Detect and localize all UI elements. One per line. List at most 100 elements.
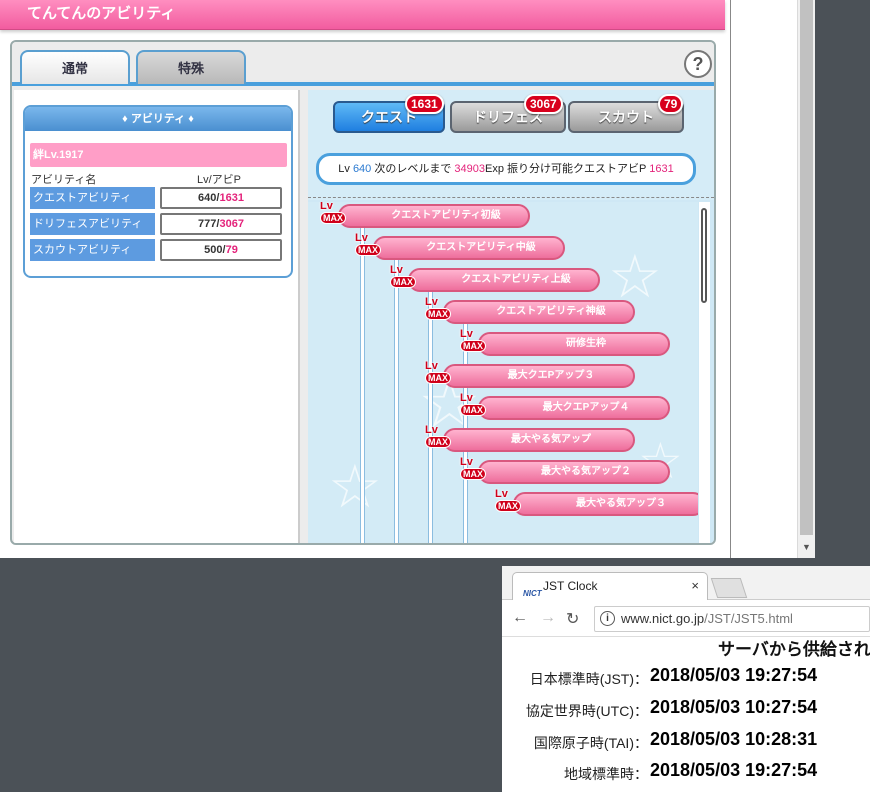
- tree-node[interactable]: 最大クエPアップ４: [478, 396, 670, 420]
- url-path: /JST/JST5.html: [704, 611, 793, 626]
- lv-value: 640: [352, 163, 372, 175]
- reload-icon[interactable]: ↻: [566, 609, 579, 629]
- max-text: MAX: [390, 276, 416, 288]
- lv-text: Lv: [355, 232, 368, 244]
- scrollbar-thumb[interactable]: [800, 0, 813, 535]
- ability-name: スカウトアビリティ: [30, 239, 155, 261]
- browser-tab-title: JST Clock: [543, 579, 598, 593]
- max-text: MAX: [425, 308, 451, 320]
- clock-row-jst: 日本標準時(JST)： 2018/05/03 19:27:54: [502, 663, 870, 693]
- ability-row-drifes: ドリフェスアビリティ 777/3067: [30, 213, 288, 235]
- tree-node[interactable]: 最大やる気アップ２: [478, 460, 670, 484]
- lv-text: Lv: [425, 296, 438, 308]
- window-background: [731, 0, 797, 558]
- tree-node[interactable]: 最大やる気アップ３: [513, 492, 698, 516]
- browser-window: NICT JST Clock × ← → ↻ i www.nict.go.jp/…: [502, 566, 870, 792]
- lv-max-badge: Lv MAX: [460, 456, 486, 486]
- tree-branch-line: [360, 222, 365, 543]
- lv-text: Lv: [320, 202, 333, 212]
- clock-value: 2018/05/03 10:28:31: [650, 729, 818, 749]
- game-window: てんてんのアビリティ 通常 特殊 ? ♦ アビリティ ♦ 絆Lv.1917 アビ…: [0, 0, 731, 558]
- lv-text: Lv: [460, 328, 473, 340]
- max-text: MAX: [425, 372, 451, 384]
- ability-points: 79: [225, 244, 238, 256]
- tree-node[interactable]: 最大やる気アップ: [443, 428, 635, 452]
- tab-bar: 通常 特殊 ?: [12, 42, 714, 86]
- ability-level: 500: [204, 244, 223, 256]
- star-icon: ☆: [328, 453, 382, 520]
- tab-normal[interactable]: 通常: [20, 50, 130, 84]
- level-info-bar: Lv 640 次のレベルまで 34903Exp 振り分け可能クエストアビP 16…: [316, 153, 696, 185]
- left-panel: ♦ アビリティ ♦ 絆Lv.1917 アビリティ名 Lv/アビP クエストアビリ…: [14, 90, 300, 543]
- ability-level: 640: [198, 192, 217, 204]
- lv-text: Lv: [495, 488, 508, 500]
- clock-label: 国際原子時(TAI)：: [533, 735, 648, 751]
- ability-points: 1631: [219, 192, 244, 204]
- back-arrow-icon[interactable]: ←: [512, 609, 528, 627]
- lv-max-badge: Lv MAX: [495, 488, 521, 518]
- clock-heading: サーバから供給され: [718, 640, 870, 659]
- info-icon[interactable]: i: [600, 611, 615, 626]
- ability-points: 3067: [219, 218, 244, 230]
- tree-node[interactable]: クエストアビリティ中級: [373, 236, 565, 260]
- lv-text: Lv: [425, 424, 438, 436]
- lv-text: Lv: [425, 360, 438, 372]
- clock-row-tai: 国際原子時(TAI)： 2018/05/03 10:28:31: [502, 727, 870, 757]
- max-text: MAX: [320, 212, 346, 224]
- points-badge: 3067: [524, 94, 563, 114]
- tree-node[interactable]: 最大クエPアップ３: [443, 364, 635, 388]
- browser-tab[interactable]: NICT JST Clock ×: [512, 572, 708, 600]
- clock-label: 協定世界時(UTC)：: [525, 703, 648, 719]
- forward-arrow-icon[interactable]: →: [540, 609, 556, 627]
- clock-value: 2018/05/03 10:27:54: [650, 697, 818, 717]
- clock-row-utc: 協定世界時(UTC)： 2018/05/03 10:27:54: [502, 695, 870, 725]
- lv-max-badge: Lv MAX: [390, 264, 416, 294]
- max-text: MAX: [460, 404, 486, 416]
- tree-scrollbar[interactable]: [699, 202, 710, 543]
- segment-quest[interactable]: クエスト 1631: [333, 94, 445, 133]
- clock-value: 2018/05/03 19:27:54: [650, 665, 818, 685]
- lv-max-badge: Lv MAX: [355, 232, 381, 262]
- ability-value: 640/1631: [160, 187, 282, 209]
- tree-node[interactable]: クエストアビリティ神級: [443, 300, 635, 324]
- allocatable-label: 振り分け可能クエストアビP: [507, 163, 647, 175]
- lv-text: Lv: [390, 264, 403, 276]
- tree-node[interactable]: クエストアビリティ上級: [408, 268, 600, 292]
- url-field[interactable]: i www.nict.go.jp/JST/JST5.html: [594, 606, 870, 632]
- max-text: MAX: [460, 468, 486, 480]
- ability-frame: 通常 特殊 ? ♦ アビリティ ♦ 絆Lv.1917 アビリティ名 Lv/アビP…: [10, 40, 716, 545]
- ability-row-quest: クエストアビリティ 640/1631: [30, 187, 288, 209]
- window-title: てんてんのアビリティ: [0, 0, 725, 30]
- scroll-down-icon[interactable]: ▼: [802, 542, 811, 552]
- exp-unit: Exp: [485, 163, 504, 175]
- segment-drifes[interactable]: ドリフェス 3067: [450, 94, 566, 133]
- scrollbar-thumb[interactable]: [701, 208, 707, 303]
- url-host: www.nict.go.jp: [621, 611, 705, 626]
- close-tab-icon[interactable]: ×: [691, 573, 699, 599]
- new-tab-button[interactable]: [710, 578, 748, 598]
- segment-label: スカウト: [598, 109, 654, 125]
- page-scrollbar[interactable]: ▼: [797, 0, 815, 558]
- help-icon[interactable]: ?: [684, 50, 712, 78]
- lv-max-badge: Lv MAX: [425, 424, 451, 454]
- max-text: MAX: [460, 340, 486, 352]
- ability-level: 777: [198, 218, 217, 230]
- bond-level: 絆Lv.1917: [30, 143, 287, 167]
- max-text: MAX: [425, 436, 451, 448]
- lv-label: Lv: [338, 163, 350, 175]
- lv-max-badge: Lv MAX: [320, 202, 346, 230]
- ability-value: 777/3067: [160, 213, 282, 235]
- segment-scout[interactable]: スカウト 79: [568, 94, 684, 133]
- tree-node[interactable]: 研修生枠: [478, 332, 670, 356]
- lv-text: Lv: [460, 456, 473, 468]
- ability-row-scout: スカウトアビリティ 500/79: [30, 239, 288, 261]
- tab-special[interactable]: 特殊: [136, 50, 246, 84]
- lv-max-badge: Lv MAX: [460, 392, 486, 422]
- tree-node[interactable]: クエストアビリティ初級: [338, 204, 530, 228]
- column-header-value: Lv/アビP: [197, 174, 242, 186]
- ability-name: クエストアビリティ: [30, 187, 155, 209]
- divider: [308, 197, 714, 198]
- lv-text: Lv: [460, 392, 473, 404]
- ability-tree-panel: クエスト 1631 ドリフェス 3067 スカウト 79 Lv 640 次のレベルまで…: [308, 90, 714, 543]
- tree-header: クエスト 1631 ドリフェス 3067 スカウト 79 Lv 640 次のレベルまで…: [308, 90, 714, 200]
